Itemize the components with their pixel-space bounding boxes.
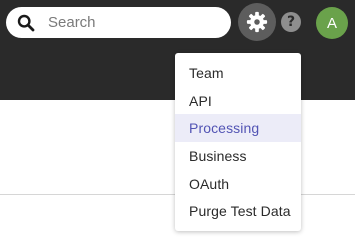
settings-button[interactable] (238, 3, 276, 41)
search-box[interactable] (6, 7, 231, 38)
menu-item-business[interactable]: Business (175, 142, 301, 170)
avatar[interactable]: A (316, 7, 348, 39)
menu-item-label: OAuth (189, 175, 230, 192)
menu-item-purge-test-data[interactable]: Purge Test Data (175, 197, 301, 225)
help-button[interactable]: ? (281, 12, 301, 32)
menu-item-label: Purge Test Data (189, 203, 291, 220)
help-icon: ? (286, 14, 296, 30)
menu-item-api[interactable]: API (175, 87, 301, 115)
gear-icon (246, 11, 268, 33)
avatar-initial: A (326, 14, 337, 32)
menu-item-label: Team (189, 64, 224, 81)
settings-dropdown-menu: Team API Processing Business OAuth Purge… (175, 53, 301, 231)
menu-item-label: API (189, 92, 212, 109)
menu-item-label: Business (189, 147, 247, 164)
search-input[interactable] (48, 11, 224, 34)
menu-item-label: Processing (189, 120, 260, 137)
menu-item-oauth[interactable]: OAuth (175, 170, 301, 198)
menu-item-team[interactable]: Team (175, 59, 301, 87)
menu-item-processing[interactable]: Processing (175, 114, 301, 143)
search-icon (17, 14, 35, 32)
